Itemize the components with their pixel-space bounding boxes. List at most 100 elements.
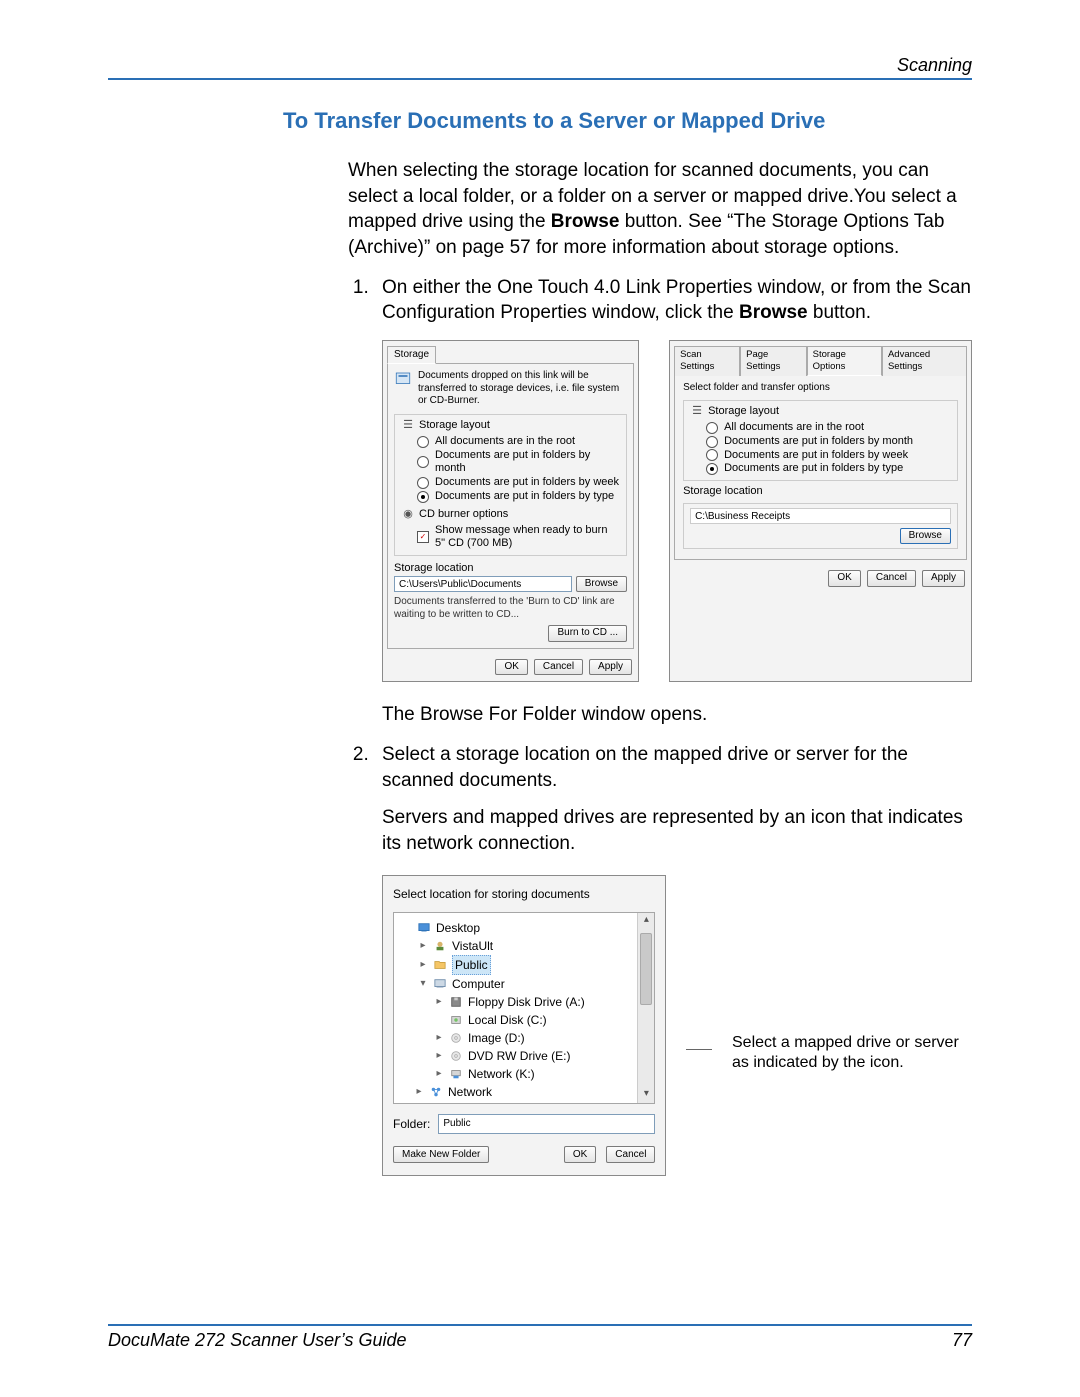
folder-field[interactable]: Public [438,1114,655,1134]
ok-button-2[interactable]: OK [828,570,860,587]
scan-config-dialog: Scan Settings Page Settings Storage Opti… [669,340,972,683]
burn-to-cd-button[interactable]: Burn to CD ... [548,625,627,642]
radio2-month[interactable]: Documents are put in folders by month [690,435,951,449]
section-title: To Transfer Documents to a Server or Map… [108,108,972,134]
cancel-button[interactable]: Cancel [534,659,583,676]
apply-button[interactable]: Apply [589,659,632,676]
browse-for-folder-dialog: Select location for storing documents De… [382,875,666,1177]
tree-item-label: Local Disk (C:) [468,1011,547,1029]
step1-bold-browse: Browse [739,302,808,323]
storage-layout-title: Storage layout [419,419,490,433]
ok-button[interactable]: OK [495,659,527,676]
radio2-type[interactable]: Documents are put in folders by type [690,462,951,476]
radio-type-label: Documents are put in folders by type [433,490,614,504]
radio2-root-label: All documents are in the root [722,421,864,435]
apply-button-2[interactable]: Apply [922,570,965,587]
radio-week[interactable]: Documents are put in folders by week [401,476,620,490]
tree-item-label: DVD RW Drive (E:) [468,1047,570,1065]
tree-item-label: VistaUlt [452,937,493,955]
bf-cancel-button[interactable]: Cancel [606,1146,655,1164]
computer-icon [432,977,448,991]
tree-item[interactable]: Image (D:) [398,1029,650,1047]
tab-storage-options[interactable]: Storage Options [807,346,882,376]
tree-item[interactable]: Computer [398,975,650,993]
tree-item-label: Image (D:) [468,1029,525,1047]
tree-item[interactable]: Public [398,955,650,975]
storage-properties-dialog: Storage Documents dropped on this link w… [382,340,639,683]
radio-type[interactable]: Documents are put in folders by type [401,490,620,504]
tree-item[interactable]: VistaUlt [398,937,650,955]
check-burn-msg-label: Show message when ready to burn 5" CD (7… [433,524,620,552]
desktop-icon [416,921,432,935]
disk-icon [448,1013,464,1027]
storage-location-field[interactable]: C:\Users\Public\Documents [394,576,572,592]
tree-item[interactable]: Network (K:) [398,1065,650,1083]
expand-icon[interactable] [434,1030,444,1045]
expand-icon[interactable] [418,976,428,991]
browse-button-2[interactable]: Browse [900,528,951,545]
bf-ok-button[interactable]: OK [564,1146,596,1164]
tree-item[interactable]: DVD RW Drive (E:) [398,1047,650,1065]
intro-paragraph: When selecting the storage location for … [348,158,972,261]
step2-text: Select a storage location on the mapped … [382,744,908,791]
disc-icon [448,1049,464,1063]
radio-root[interactable]: All documents are in the root [401,435,620,449]
step-2: Select a storage location on the mapped … [374,742,972,857]
folder-icon [432,958,448,972]
check-burn-msg[interactable]: ✓Show message when ready to burn 5" CD (… [401,524,620,552]
make-new-folder-button[interactable]: Make New Folder [393,1146,489,1164]
scroll-thumb[interactable] [640,933,652,1005]
callout-text: Select a mapped drive or server as indic… [732,1033,972,1073]
layout-icon-2: ☰ [690,405,704,419]
tree-item-label: Computer [452,975,505,993]
cd-icon: ◉ [401,508,415,522]
radio-month-label: Documents are put in folders by month [433,449,620,477]
radio-root-label: All documents are in the root [433,435,575,449]
tab-page-settings[interactable]: Page Settings [740,346,807,376]
storage-location-field-2[interactable]: C:\Business Receipts [690,508,951,524]
radio-week-label: Documents are put in folders by week [433,476,619,490]
tree-item-label: Desktop [436,919,480,937]
browse-opens-text: The Browse For Folder window opens. [382,702,972,728]
storage-desc: Documents dropped on this link will be t… [418,370,627,408]
expand-icon[interactable] [418,957,428,972]
expand-icon[interactable] [414,1084,424,1099]
radio2-week[interactable]: Documents are put in folders by week [690,449,951,463]
scrollbar[interactable]: ▴ ▾ [637,913,654,1103]
step1-a: On either the One Touch 4.0 Link Propert… [382,277,971,324]
storage-icon [394,370,412,388]
tab-scan-settings[interactable]: Scan Settings [674,346,740,376]
burn-note: Documents transferred to the 'Burn to CD… [394,596,627,621]
tree-item[interactable]: Desktop [398,919,650,937]
expand-icon[interactable] [434,994,444,1009]
layout-icon: ☰ [401,419,415,433]
browse-button[interactable]: Browse [576,576,627,593]
tree-item-label: Floppy Disk Drive (A:) [468,993,585,1011]
tab-advanced-settings[interactable]: Advanced Settings [882,346,967,376]
tree-item-label: Network [448,1083,492,1101]
network-icon [428,1085,444,1099]
expand-icon[interactable] [434,1066,444,1081]
step-1: On either the One Touch 4.0 Link Propert… [374,275,972,326]
storage-location-label-2: Storage location [683,485,958,499]
storage-layout-title-2: Storage layout [708,405,779,419]
tab-storage[interactable]: Storage [387,346,436,365]
disc-icon [448,1031,464,1045]
expand-icon[interactable] [434,1048,444,1063]
tree-item-label: Public [452,955,491,975]
cancel-button-2[interactable]: Cancel [867,570,916,587]
radio-month[interactable]: Documents are put in folders by month [401,449,620,477]
intro-bold-browse: Browse [551,211,620,232]
scroll-up-icon[interactable]: ▴ [638,913,654,929]
scroll-down-icon[interactable]: ▾ [638,1087,654,1103]
tree-item[interactable]: Local Disk (C:) [398,1011,650,1029]
radio2-root[interactable]: All documents are in the root [690,421,951,435]
cd-options-title: CD burner options [419,508,508,522]
folder-tree[interactable]: DesktopVistaUltPublicComputerFloppy Disk… [393,912,655,1104]
tree-item[interactable]: Floppy Disk Drive (A:) [398,993,650,1011]
footer-left: DocuMate 272 Scanner User’s Guide [108,1330,407,1351]
expand-icon[interactable] [418,938,428,953]
tree-item[interactable]: Network [394,1083,654,1104]
radio2-month-label: Documents are put in folders by month [722,435,913,449]
floppy-icon [448,995,464,1009]
